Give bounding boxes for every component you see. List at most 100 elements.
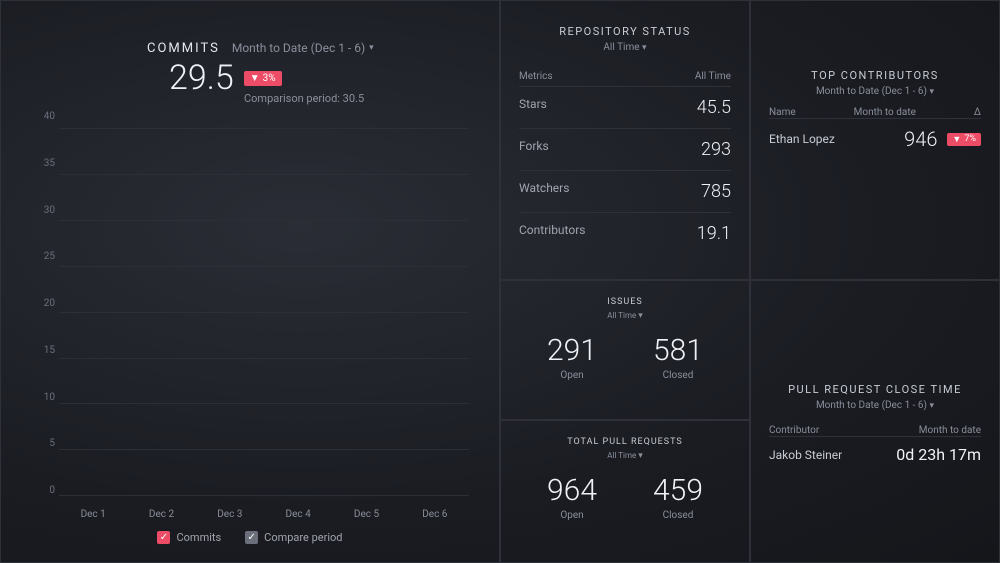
metric-label: Stars: [519, 97, 547, 118]
col-metrics: Metrics: [519, 71, 553, 82]
col-delta: Δ: [974, 107, 981, 118]
commits-period-label: Month to Date (Dec 1 - 6): [232, 41, 365, 55]
y-tick: 0: [27, 485, 55, 496]
metric-value: 19.1: [697, 223, 731, 244]
contributor-name: Ethan Lopez: [769, 132, 904, 146]
pulls-title: TOTAL PULL REQUESTS: [519, 437, 731, 447]
issues-closed: 581 Closed: [653, 333, 703, 381]
y-tick: 25: [27, 251, 55, 262]
y-tick: 40: [27, 111, 55, 122]
repo-status-title: REPOSITORY STATUS: [519, 25, 731, 38]
repo-metrics-header: Metrics All Time: [519, 71, 731, 86]
metric-label: Forks: [519, 139, 549, 160]
x-tick: Dec 3: [217, 509, 242, 520]
legend-item-commits[interactable]: ✓ Commits: [157, 531, 221, 544]
metric-row: Stars 45.5: [519, 86, 731, 128]
y-tick: 15: [27, 345, 55, 356]
checkbox-icon: ✓: [157, 531, 170, 544]
metric-row: Watchers 785: [519, 170, 731, 212]
contributor-value: 946: [904, 127, 937, 151]
pulls-closed: 459 Closed: [653, 473, 703, 521]
arrow-down-icon: ▼: [952, 134, 961, 145]
x-tick: Dec 2: [149, 509, 174, 520]
pulls-open: 964 Open: [547, 473, 597, 521]
contributor-row: Ethan Lopez946 ▼ 7%: [769, 118, 981, 159]
chevron-down-icon: ▾: [930, 87, 935, 97]
metric-row: Forks 293: [519, 128, 731, 170]
pr-close-time-panel: PULL REQUEST CLOSE TIME Month to Date (D…: [750, 280, 1000, 563]
top-contrib-title: TOP CONTRIBUTORS: [769, 69, 981, 82]
chevron-down-icon: ▾: [638, 311, 643, 321]
issues-open-value: 291: [547, 333, 597, 368]
metric-value: 45.5: [697, 97, 731, 118]
commits-delta-badge: ▼ 3%: [244, 71, 282, 86]
pulls-stats: 964 Open 459 Closed: [519, 473, 731, 521]
bars-container: [59, 111, 469, 496]
y-tick: 35: [27, 158, 55, 169]
pulls-period-select[interactable]: All Time ▾: [519, 451, 731, 461]
issues-closed-label: Closed: [653, 370, 703, 381]
pull-requests-panel: TOTAL PULL REQUESTS All Time ▾ 964 Open …: [500, 420, 750, 563]
pr-time-header: Contributor Month to date: [769, 425, 981, 436]
commits-title: COMMITS: [147, 41, 220, 56]
col-value: Month to date: [919, 425, 981, 436]
pulls-closed-value: 459: [653, 473, 703, 508]
commits-header: COMMITS Month to Date (Dec 1 - 6) ▾: [19, 13, 481, 56]
metric-row: Contributors 19.1: [519, 212, 731, 254]
legend-item-compare[interactable]: ✓ Compare period: [245, 531, 342, 544]
pulls-period-label: All Time: [607, 451, 636, 460]
metric-value: 293: [701, 139, 731, 160]
y-tick: 10: [27, 392, 55, 403]
pulls-closed-label: Closed: [653, 510, 703, 521]
pr-time-title: PULL REQUEST CLOSE TIME: [769, 383, 981, 396]
issues-period-label: All Time: [607, 311, 636, 320]
chevron-down-icon: ▾: [638, 451, 643, 461]
metric-value: 785: [701, 181, 731, 202]
pulls-open-label: Open: [547, 510, 597, 521]
metric-label: Contributors: [519, 223, 585, 244]
y-tick: 5: [27, 438, 55, 449]
pr-time-period-label: Month to Date (Dec 1 - 6): [816, 400, 927, 411]
y-tick: 20: [27, 298, 55, 309]
top-contributors-panel: TOP CONTRIBUTORS Month to Date (Dec 1 - …: [750, 0, 1000, 280]
y-axis: 40 35 30 25 20 15 10 5 0: [27, 111, 55, 496]
issues-open: 291 Open: [547, 333, 597, 381]
x-tick: Dec 5: [354, 509, 379, 520]
commits-period-select[interactable]: Month to Date (Dec 1 - 6) ▾: [232, 41, 374, 55]
top-contrib-period-label: Month to Date (Dec 1 - 6): [816, 86, 927, 97]
x-tick: Dec 1: [81, 509, 106, 520]
issues-period-select[interactable]: All Time ▾: [519, 311, 731, 321]
top-contrib-period-select[interactable]: Month to Date (Dec 1 - 6) ▾: [769, 86, 981, 97]
chevron-down-icon: ▾: [369, 43, 374, 53]
pr-time-row: Jakob Steiner0d 23h 17m: [769, 436, 981, 472]
col-value: Month to date: [854, 107, 916, 118]
commits-chart: 40 35 30 25 20 15 10 5 0 Dec 1 Dec 2 Dec 3 Dec 4 Dec…: [19, 111, 481, 550]
commits-comparison-label: Comparison period: 30.5: [19, 92, 481, 105]
col-name: Name: [769, 107, 796, 118]
legend-compare-label: Compare period: [264, 531, 342, 544]
pulls-open-value: 964: [547, 473, 597, 508]
x-tick: Dec 4: [286, 509, 311, 520]
x-axis: Dec 1Dec 2Dec 3Dec 4Dec 5Dec 6: [59, 509, 469, 520]
legend-commits-label: Commits: [176, 531, 221, 544]
chevron-down-icon: ▾: [930, 401, 935, 411]
commits-delta-value: 3%: [263, 73, 276, 84]
issues-stats: 291 Open 581 Closed: [519, 333, 731, 381]
pr-time-period-select[interactable]: Month to Date (Dec 1 - 6) ▾: [769, 400, 981, 411]
repo-status-period-select[interactable]: All Time ▾: [519, 42, 731, 53]
issues-panel: ISSUES All Time ▾ 291 Open 581 Closed: [500, 280, 750, 420]
issues-closed-value: 581: [653, 333, 703, 368]
chevron-down-icon: ▾: [642, 43, 647, 53]
arrow-down-icon: ▼: [250, 73, 260, 84]
repository-status-panel: REPOSITORY STATUS All Time ▾ Metrics All…: [500, 0, 750, 280]
chart-legend: ✓ Commits ✓ Compare period: [19, 531, 481, 544]
top-contrib-rows: Ethan Lopez946 ▼ 7%: [769, 118, 981, 159]
col-contributor: Contributor: [769, 425, 819, 436]
repo-metrics-rows: Stars 45.5 Forks 293 Watchers 785 Contributors…: [519, 86, 731, 254]
metric-label: Watchers: [519, 181, 569, 202]
pr-time-value: 0d 23h 17m: [896, 445, 981, 464]
top-contrib-header: Name Month to date Δ: [769, 107, 981, 118]
y-tick: 30: [27, 205, 55, 216]
contributor-delta-badge: ▼ 7%: [947, 133, 981, 146]
repo-status-period-label: All Time: [603, 42, 639, 53]
